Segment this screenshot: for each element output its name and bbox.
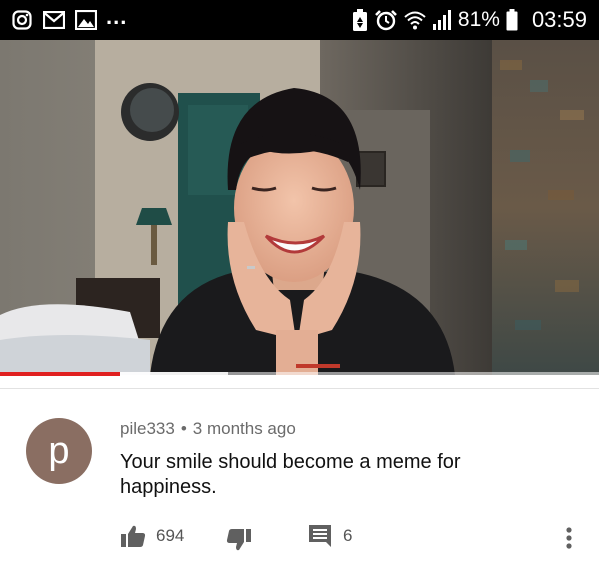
status-bar: ... 81% 03:59 — [0, 0, 599, 40]
battery-percentage: 81% — [457, 8, 500, 31]
comment-actions: 694 6 — [0, 518, 599, 558]
alarm-icon — [374, 9, 398, 31]
video-player[interactable] — [0, 40, 599, 375]
video-frame — [0, 40, 599, 375]
timestamp: 3 months ago — [192, 419, 296, 438]
instagram-icon — [10, 9, 34, 31]
reply-count: 6 — [343, 526, 353, 545]
username[interactable]: pile333 — [120, 419, 175, 438]
comment-meta: pile333 • 3 months ago — [120, 419, 296, 439]
thumbs-down-icon — [226, 529, 251, 551]
more-vert-icon — [566, 527, 572, 549]
battery-icon — [506, 9, 518, 31]
video-progress-bar[interactable] — [0, 372, 599, 376]
playback-progress — [0, 372, 120, 376]
wifi-icon — [404, 9, 426, 31]
dislike-button[interactable] — [226, 522, 252, 558]
avatar-letter: p — [48, 429, 70, 472]
like-count: 694 — [156, 526, 185, 545]
separator: • — [180, 419, 187, 438]
more-notifications-indicator: ... — [106, 4, 128, 29]
system-icons: 81% 03:59 — [352, 6, 587, 34]
thumbs-up-icon — [121, 525, 146, 547]
image-icon — [74, 9, 98, 31]
divider — [0, 388, 599, 389]
more-options-button[interactable] — [558, 520, 580, 556]
clock-time: 03:59 — [531, 7, 587, 32]
comment-text: Your smile should become a meme for happ… — [120, 451, 461, 498]
battery-saver-icon — [352, 9, 368, 31]
avatar[interactable]: p — [26, 418, 92, 484]
mail-icon — [42, 9, 66, 31]
comment-icon — [309, 525, 331, 547]
reply-button[interactable]: 6 — [307, 518, 352, 554]
signal-icon — [432, 9, 452, 31]
like-button[interactable]: 694 — [120, 518, 184, 554]
notification-icons: ... — [10, 4, 128, 32]
